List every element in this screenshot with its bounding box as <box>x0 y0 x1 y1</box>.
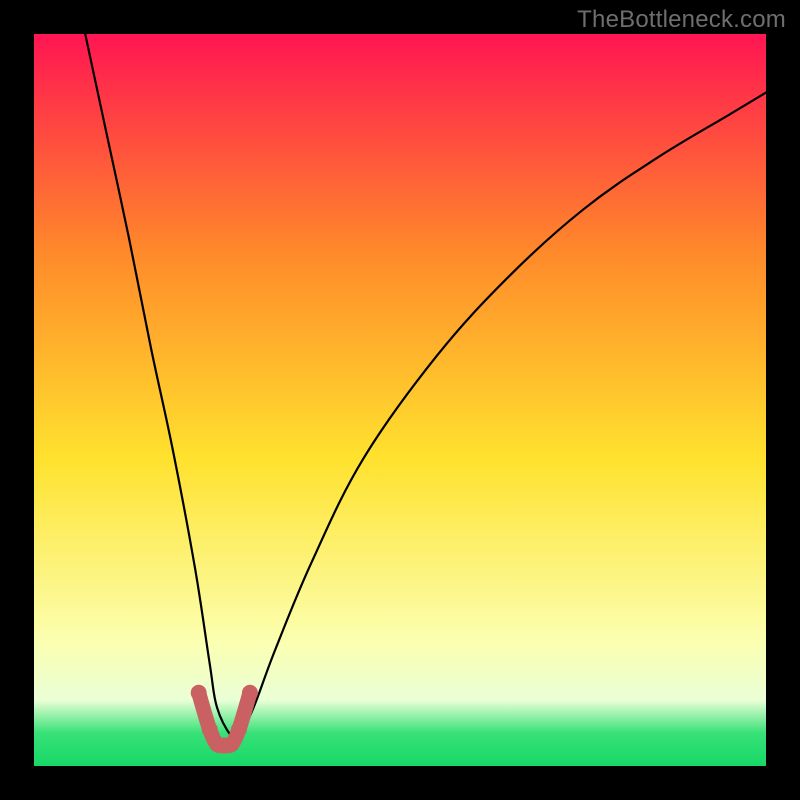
highlight-dot <box>242 685 258 701</box>
plot-area <box>34 34 766 766</box>
highlight-dot <box>224 736 240 752</box>
chart-svg <box>34 34 766 766</box>
highlight-dot <box>202 721 218 737</box>
outer-frame: TheBottleneck.com <box>0 0 800 800</box>
watermark-text: TheBottleneck.com <box>577 6 786 34</box>
highlight-dot <box>191 685 207 701</box>
gradient-background <box>34 34 766 766</box>
highlight-dot <box>231 721 247 737</box>
